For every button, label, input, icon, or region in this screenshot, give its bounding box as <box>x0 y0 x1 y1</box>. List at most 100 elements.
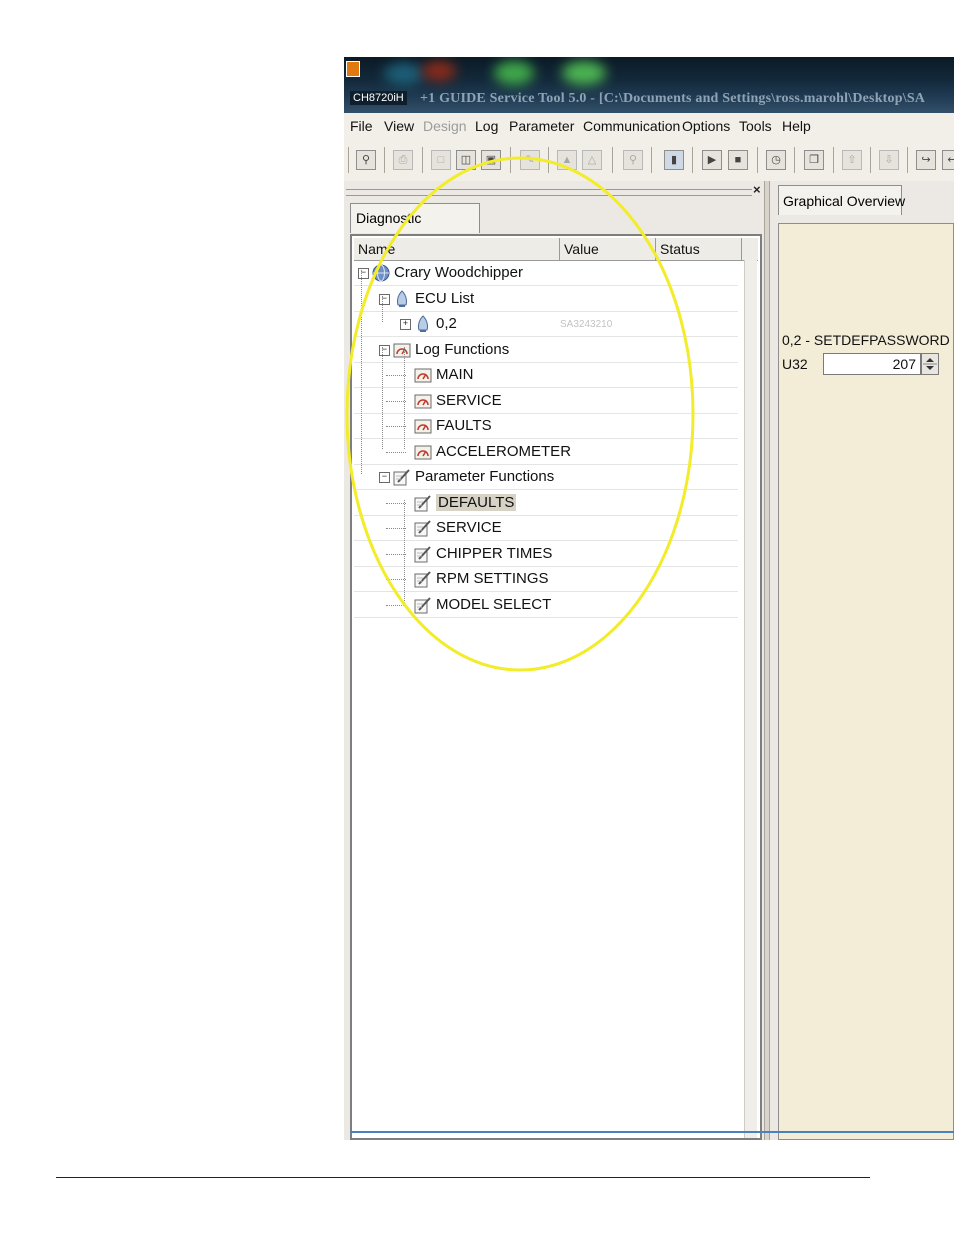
tab-graphical-overview[interactable]: Graphical Overview <box>778 185 905 215</box>
expand-icon[interactable]: + <box>400 319 411 330</box>
zoom-icon[interactable]: ⚲ <box>623 150 643 170</box>
column-status[interactable]: Status <box>656 238 742 260</box>
toolbar-separator <box>907 147 908 173</box>
toolbar-separator <box>422 147 423 173</box>
tree-item-label[interactable]: ECU List <box>415 290 474 307</box>
play-icon[interactable]: ▶ <box>702 150 722 170</box>
upload-icon[interactable]: ⇧ <box>842 150 862 170</box>
pane-grip[interactable] <box>346 189 752 196</box>
pencil-paper-icon <box>414 545 432 563</box>
tree-connector <box>386 502 406 504</box>
graphical-overview-pane: Graphical Overview 0,2 - SETDEFPASSWORD … <box>764 181 954 1140</box>
tree-header: Name Value Status <box>354 238 758 261</box>
tree-connector <box>404 347 405 449</box>
tree-row[interactable]: MODEL SELECT <box>354 593 738 618</box>
menu-tools[interactable]: Tools <box>739 118 772 134</box>
tree-row[interactable]: − Crary Woodchipper <box>354 261 738 286</box>
tab-diagnostic-navigator[interactable]: Diagnostic Navigator <box>350 203 480 254</box>
menu-help[interactable]: Help <box>782 118 811 134</box>
column-value[interactable]: Value <box>560 238 656 260</box>
taskbar-glow <box>422 61 456 81</box>
tree-item-value: SA3243210 <box>560 319 613 330</box>
tree-row[interactable]: SERVICE <box>354 389 738 414</box>
tree-item-label[interactable]: Log Functions <box>415 341 509 358</box>
tree-item-label[interactable]: RPM SETTINGS <box>436 570 549 587</box>
parameter-spinner[interactable] <box>921 353 939 375</box>
tree-row[interactable]: SERVICE <box>354 516 738 541</box>
tree-item-label[interactable]: FAULTS <box>436 417 492 434</box>
tree-row[interactable]: DEFAULTS <box>354 491 738 516</box>
stop-icon[interactable]: ■ <box>728 150 748 170</box>
collapse-icon[interactable]: − <box>379 344 390 356</box>
ecu-remove-icon[interactable]: △ <box>582 150 602 170</box>
tree-row[interactable]: MAIN <box>354 363 738 388</box>
connect-search-icon[interactable]: ⚲ <box>356 150 376 170</box>
globe-icon <box>372 264 390 282</box>
parameter-value-input[interactable]: 207 <box>823 353 921 375</box>
copy-icon[interactable]: ❐ <box>804 150 824 170</box>
tree-row[interactable]: − Log Functions <box>354 338 738 363</box>
taskbar-glow <box>562 61 606 85</box>
toolbar-separator <box>384 147 385 173</box>
tree-row[interactable]: RPM SETTINGS <box>354 567 738 592</box>
download-icon[interactable]: ⇩ <box>879 150 899 170</box>
title-badge: CH8720iH <box>350 91 407 105</box>
menu-options[interactable]: Options <box>682 118 730 134</box>
menu-view[interactable]: View <box>384 118 414 134</box>
export-icon[interactable]: ↪ <box>916 150 936 170</box>
print-icon[interactable]: ⎙ <box>393 150 413 170</box>
tree-connector <box>404 500 405 603</box>
new-file-icon[interactable]: □ <box>431 150 451 170</box>
menu-communication[interactable]: Communication <box>583 118 680 134</box>
open-folder-icon[interactable]: ◫ <box>456 150 476 170</box>
edit-icon[interactable]: ✎ <box>520 150 540 170</box>
tree-row[interactable]: − ECU List <box>354 287 738 312</box>
toolbar-separator <box>548 147 549 173</box>
collapse-icon[interactable]: − <box>379 472 390 483</box>
tree-item-label[interactable]: CHIPPER TIMES <box>436 545 552 562</box>
import-icon[interactable]: ↩ <box>942 150 954 170</box>
tree-item-label[interactable]: Crary Woodchipper <box>394 264 523 281</box>
tree-row[interactable]: − Parameter Functions <box>354 465 738 490</box>
tree-row[interactable]: FAULTS <box>354 414 738 439</box>
collapse-icon[interactable]: − <box>358 268 369 279</box>
tree-row[interactable]: +0,2 SA3243210 <box>354 312 738 337</box>
tree-item-label[interactable]: DEFAULTS <box>436 493 517 511</box>
column-name[interactable]: Name <box>354 238 560 260</box>
tree-row[interactable]: CHIPPER TIMES <box>354 542 738 567</box>
toolbar-separator <box>510 147 511 173</box>
tree-item-label[interactable]: MAIN <box>436 366 474 383</box>
tree-item-label[interactable]: SERVICE <box>436 519 502 536</box>
collapse-icon[interactable]: − <box>379 293 390 305</box>
menu-parameter[interactable]: Parameter <box>509 118 574 134</box>
navigator-toggle-icon[interactable]: ▮ <box>664 150 684 170</box>
tree-connector <box>382 296 383 322</box>
pencil-paper-icon <box>414 519 432 537</box>
taskbar-glow <box>384 63 424 85</box>
menu-log[interactable]: Log <box>475 118 498 134</box>
tree-item-label[interactable]: Parameter Functions <box>415 468 554 485</box>
title-bar: +1 GUIDE Service Tool 5.0 - [C:\Document… <box>344 57 954 113</box>
menu-design[interactable]: Design <box>423 118 467 134</box>
tree-connector <box>386 604 406 606</box>
tree-connector <box>382 347 383 449</box>
toolbar-separator <box>612 147 613 173</box>
close-icon[interactable]: × <box>753 182 761 197</box>
tree-item-label[interactable]: ACCELEROMETER <box>436 443 571 460</box>
log-gauge-icon <box>393 341 411 359</box>
tree-item-label[interactable]: 0,2 <box>436 315 457 332</box>
ecu-icon <box>393 289 411 308</box>
pane-splitter[interactable] <box>764 181 770 1140</box>
pencil-paper-icon <box>393 468 411 486</box>
tree-row[interactable]: ACCELEROMETER <box>354 440 738 465</box>
footer-rule <box>56 1177 870 1178</box>
ecu-add-icon[interactable]: ▲ <box>557 150 577 170</box>
menu-file[interactable]: File <box>350 118 373 134</box>
save-icon[interactable]: ▣ <box>481 150 501 170</box>
tree-item-label[interactable]: MODEL SELECT <box>436 596 551 613</box>
tree-scrollbar[interactable] <box>744 260 757 1138</box>
tree-item-label[interactable]: SERVICE <box>436 392 502 409</box>
pencil-paper-icon <box>414 596 432 614</box>
clock-icon[interactable]: ◷ <box>766 150 786 170</box>
navigator-tree: Name Value Status − Crary Woodchipper − ECU… <box>350 234 762 1140</box>
